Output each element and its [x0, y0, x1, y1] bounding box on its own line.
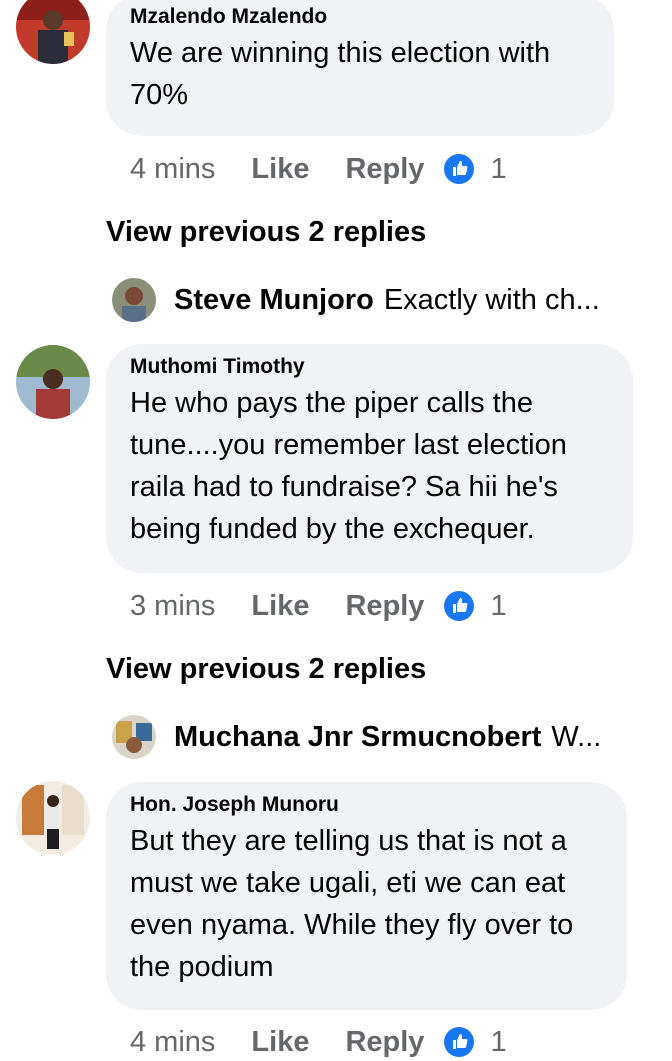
view-previous-replies-link[interactable]: View previous 2 replies	[106, 216, 426, 249]
comment-author[interactable]: Mzalendo Mzalendo	[130, 4, 590, 30]
reply-button[interactable]: Reply	[345, 1026, 424, 1059]
like-reaction-icon[interactable]	[444, 1027, 475, 1057]
like-button[interactable]: Like	[251, 590, 309, 623]
like-reaction-icon[interactable]	[444, 591, 475, 621]
comment-actions: 3 mins Like Reply 1	[130, 588, 507, 624]
avatar-mzalendo[interactable]	[16, 0, 90, 64]
reply-avatar	[112, 715, 156, 759]
comment-text: We are winning this election with 70%	[130, 37, 551, 111]
comment-actions: 4 mins Like Reply 1	[130, 151, 507, 187]
reply-button[interactable]: Reply	[345, 590, 424, 623]
avatar-muthomi[interactable]	[16, 345, 90, 419]
avatar-joseph[interactable]	[16, 781, 90, 855]
like-button[interactable]: Like	[251, 153, 309, 186]
reaction-count: 1	[490, 152, 507, 185]
comment-bubble: Mzalendo Mzalendo We are winning this el…	[106, 0, 614, 136]
comment-timestamp[interactable]: 4 mins	[130, 153, 215, 186]
reply-author[interactable]: Steve Munjoro	[174, 284, 374, 317]
comment-timestamp[interactable]: 4 mins	[130, 1026, 215, 1059]
reply-button[interactable]: Reply	[345, 153, 424, 186]
reaction-count: 1	[490, 1025, 507, 1058]
comment-text: He who pays the piper calls the tune....…	[130, 387, 567, 545]
reply-text: Exactly with ch...	[383, 283, 600, 316]
comment-bubble: Hon. Joseph Munoru But they are telling …	[106, 782, 627, 1010]
like-button[interactable]: Like	[251, 1026, 309, 1059]
reply-text: W...	[551, 720, 602, 753]
comment-author[interactable]: Muthomi Timothy	[130, 354, 609, 380]
latest-reply-preview[interactable]: Steve Munjoro Exactly with ch...	[112, 277, 600, 323]
comment-actions: 4 mins Like Reply 1	[130, 1024, 507, 1060]
comment-bubble: Muthomi Timothy He who pays the piper ca…	[106, 344, 633, 573]
reply-avatar	[112, 278, 156, 322]
reaction-count: 1	[490, 589, 507, 622]
view-previous-replies-link[interactable]: View previous 2 replies	[106, 653, 426, 686]
comment-timestamp[interactable]: 3 mins	[130, 590, 215, 623]
latest-reply-preview[interactable]: Muchana Jnr Srmucnobert W...	[112, 714, 601, 760]
comment-author[interactable]: Hon. Joseph Munoru	[130, 792, 603, 818]
comment-text: But they are telling us that is not a mu…	[130, 825, 574, 983]
reply-author[interactable]: Muchana Jnr Srmucnobert	[174, 721, 541, 754]
like-reaction-icon[interactable]	[444, 154, 475, 184]
